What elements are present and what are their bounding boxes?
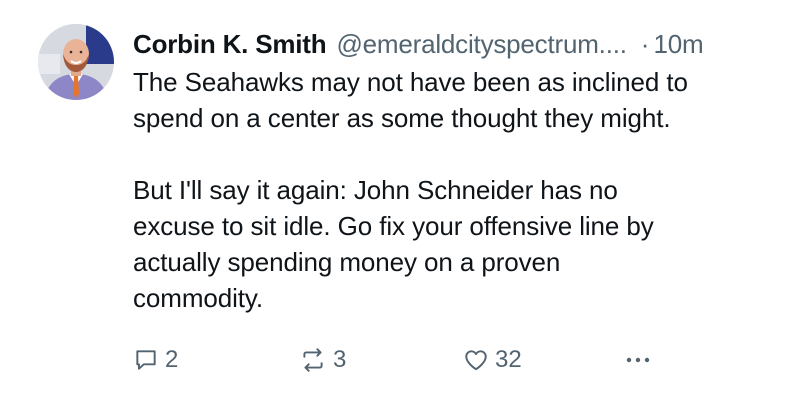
- reply-button[interactable]: 2: [133, 342, 178, 378]
- author-handle[interactable]: @emeraldcityspectrum....: [336, 26, 627, 62]
- tweet-line: But I'll say it again: John Schneider ha…: [133, 175, 618, 205]
- reply-count: 2: [165, 346, 179, 373]
- like-count: 32: [495, 346, 522, 373]
- tweet-text: The Seahawks may not have been as inclin…: [133, 64, 793, 316]
- tweet-paragraph-1: The Seahawks may not have been as inclin…: [133, 64, 793, 136]
- separator-dot: ·: [640, 29, 650, 59]
- tweet-line: spend on a center as some thought they m…: [133, 103, 671, 133]
- retweet-button[interactable]: 3: [299, 342, 346, 378]
- tweet-line: excuse to sit idle. Go fix your offensiv…: [133, 211, 654, 241]
- like-button[interactable]: 32: [463, 342, 522, 378]
- retweet-count: 3: [333, 346, 347, 373]
- tweet-line: The Seahawks may not have been as inclin…: [133, 67, 688, 97]
- author-name[interactable]: Corbin K. Smith: [133, 26, 327, 62]
- retweet-icon: [299, 347, 327, 373]
- timestamp[interactable]: 10m: [653, 26, 703, 62]
- tweet-paragraph-2: But I'll say it again: John Schneider ha…: [133, 172, 793, 316]
- more-icon: [623, 347, 653, 373]
- reply-icon: [133, 347, 159, 373]
- avatar-image: [38, 24, 114, 100]
- more-button[interactable]: [623, 342, 653, 378]
- avatar[interactable]: [38, 24, 114, 100]
- tweet-line: actually spending money on a proven: [133, 247, 561, 277]
- tweet-line: commodity.: [133, 283, 263, 313]
- tweet-actions: 2 3 32: [133, 342, 673, 378]
- tweet-card[interactable]: Corbin K. Smith @emeraldcityspectrum....…: [0, 0, 808, 400]
- heart-icon: [463, 347, 489, 373]
- tweet-header: Corbin K. Smith @emeraldcityspectrum....…: [133, 26, 704, 62]
